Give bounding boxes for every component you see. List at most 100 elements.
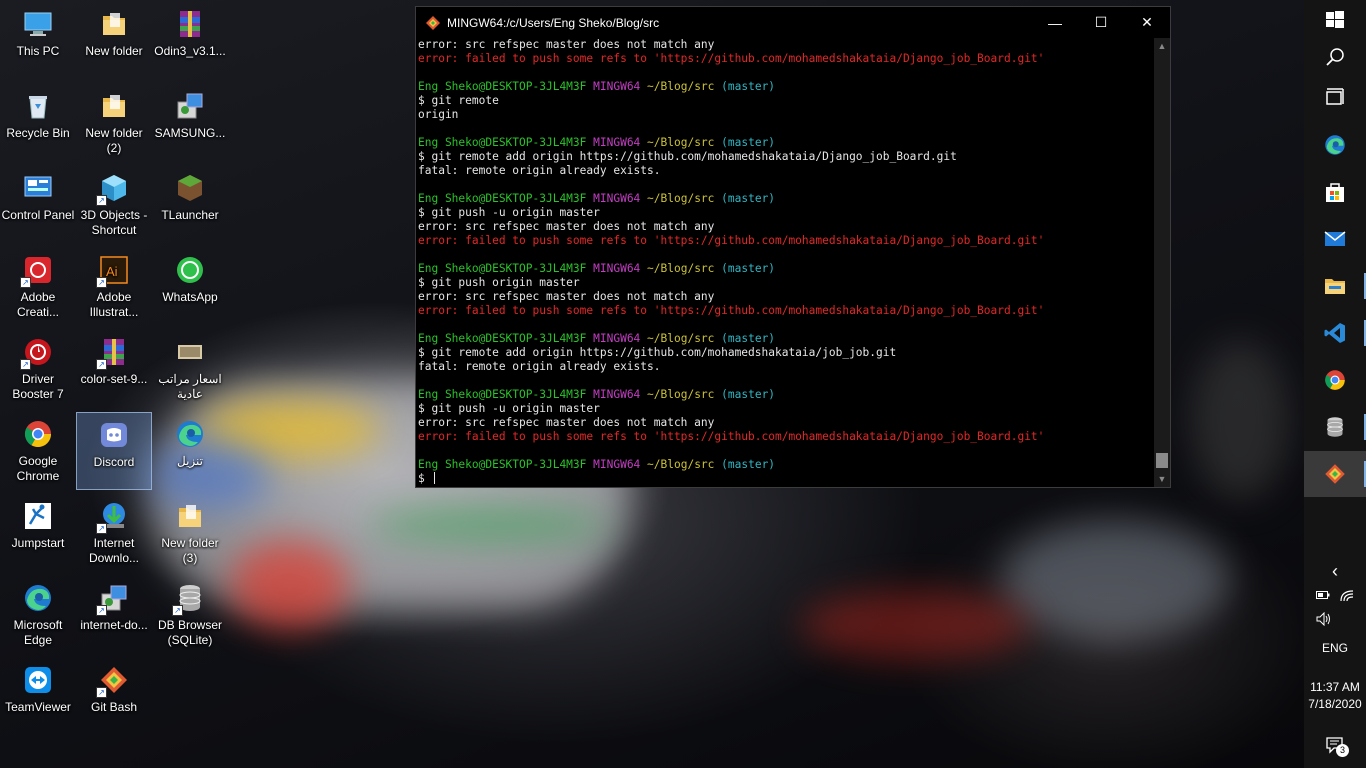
prompt-env: MINGW64 [593,262,641,275]
taskbar-edge[interactable] [1304,122,1366,168]
terminal-error-line: error: failed to push some refs to 'http… [418,234,1045,247]
clock-time[interactable]: 11:37 AM [1304,680,1366,694]
terminal-output-line: $ git remote [418,94,499,107]
terminal-prompt-line: Eng Sheko@DESKTOP-3JL4M3F MINGW64 ~/Blog… [418,192,1154,206]
task-view-button[interactable] [1304,78,1366,118]
task-view-icon [1323,86,1347,110]
desktop-icon-driver-booster-7[interactable]: ↗ Driver Booster 7 [0,330,76,408]
desktop-icon-new-folder[interactable]: New folder [76,2,152,80]
chrome-icon [22,418,54,450]
action-center-button[interactable]: 3 [1304,722,1366,768]
desktop-icon-teamviewer[interactable]: TeamViewer [0,658,76,736]
prompt-path: ~/Blog/src [647,388,715,401]
desktop-icon-new-folder-2[interactable]: New folder (2) [76,84,152,162]
desktop-icon-jumpstart[interactable]: Jumpstart [0,494,76,572]
svg-text:Ai: Ai [106,264,118,279]
show-hidden-icons-button[interactable]: ‹ [1304,550,1366,592]
prompt-env: MINGW64 [593,388,641,401]
network-icon[interactable] [1340,590,1354,602]
maximize-icon: ☐ [1094,14,1108,30]
maximize-button[interactable]: ☐ [1078,7,1124,38]
taskbar-file-explorer[interactable] [1304,263,1366,309]
taskbar-chrome[interactable] [1304,357,1366,403]
desktop-icon-3d-objects-shortcut[interactable]: ↗ 3D Objects - Shortcut [76,166,152,244]
desktop-icon-label: Discord [93,455,135,469]
desktop-icon-recycle-bin[interactable]: Recycle Bin [0,84,76,162]
teamviewer-icon [22,664,54,696]
desktop-icon-new-folder-3[interactable]: New folder (3) [152,494,228,572]
desktop-icon-[interactable]: اسعار مراتب عادية [152,330,228,408]
scroll-up-icon[interactable]: ▲ [1154,38,1170,54]
taskbar-git-bash[interactable] [1304,451,1366,497]
desktop-icon-label: Jumpstart [11,536,65,550]
terminal-output[interactable]: error: src refspec master does not match… [416,38,1154,487]
battery-icon[interactable] [1316,590,1330,600]
desktop-icon-google-chrome[interactable]: Google Chrome [0,412,76,490]
store-icon [1323,180,1347,204]
desktop-icon-this-pc[interactable]: This PC [0,2,76,80]
volume-icon[interactable] [1316,611,1332,631]
window-titlebar[interactable]: MINGW64:/c/Users/Eng Sheko/Blog/src — ☐ … [416,7,1170,38]
shortcut-arrow-icon: ↗ [96,359,107,370]
desktop-icon-git-bash[interactable]: ↗ Git Bash [76,658,152,736]
desktop-icon-samsung[interactable]: SAMSUNG... [152,84,228,162]
prompt-env: MINGW64 [593,458,641,471]
desktop-icon-whatsapp[interactable]: WhatsApp [152,248,228,326]
desktop-icon-label: Driver Booster 7 [12,372,64,401]
taskbar-store[interactable] [1304,169,1366,215]
git-bash-window[interactable]: MINGW64:/c/Users/Eng Sheko/Blog/src — ☐ … [415,6,1171,488]
taskbar-db-browser[interactable] [1304,404,1366,450]
shortcut-arrow-icon: ↗ [96,605,107,616]
terminal-scrollbar[interactable]: ▲ ▼ [1154,38,1170,487]
whatsapp-icon [174,254,206,286]
git-icon [1323,462,1347,486]
terminal-output-line: error: src refspec master does not match… [418,220,715,233]
desktop-icon-adobe-illustrat[interactable]: Ai ↗ Adobe Illustrat... [76,248,152,326]
desktop-icon-microsoft-edge[interactable]: Microsoft Edge [0,576,76,654]
desktop-icon-[interactable]: تنزيل [152,412,228,490]
desktop-icon-control-panel[interactable]: Control Panel [0,166,76,244]
git-icon [426,15,440,30]
taskbar-vscode[interactable] [1304,310,1366,356]
desktop-icon-color-set-9[interactable]: ↗ color-set-9... [76,330,152,408]
desktop-icon-internet-downlo[interactable]: ↗ Internet Downlo... [76,494,152,572]
minimize-icon: — [1048,14,1062,31]
start-button[interactable] [1304,0,1366,40]
search-button[interactable] [1304,37,1366,77]
scroll-down-icon[interactable]: ▼ [1154,471,1170,487]
desktop-icon-db-browser-sqlite[interactable]: ↗ DB Browser (SQLite) [152,576,228,654]
folder-icon [98,8,130,40]
language-indicator[interactable]: ENG [1304,641,1366,655]
desktop-icon-tlauncher[interactable]: TLauncher [152,166,228,244]
taskbar-mail[interactable] [1304,216,1366,262]
terminal-prompt-line: Eng Sheko@DESKTOP-3JL4M3F MINGW64 ~/Blog… [418,332,1154,346]
prompt-user-host: Eng Sheko@DESKTOP-3JL4M3F [418,192,587,205]
prompt-branch: (master) [721,388,776,401]
prompt-branch: (master) [721,332,776,345]
terminal-error-line: error: failed to push some refs to 'http… [418,304,1045,317]
terminal-input-line[interactable]: $ [418,472,1154,486]
desktop-icon-label: Internet Downlo... [88,536,140,565]
minimize-button[interactable]: — [1032,7,1078,38]
scrollbar-thumb[interactable] [1156,453,1168,468]
clock-date[interactable]: 7/18/2020 [1304,697,1366,711]
search-icon [1323,45,1347,69]
shortcut-arrow-icon: ↗ [96,687,107,698]
terminal-output-line: $ git push -u origin master [418,206,600,219]
adobe-cc-icon: ↗ [20,254,54,288]
windows-logo-icon [1323,8,1347,32]
installer-icon [174,90,206,122]
terminal-prompt-line: Eng Sheko@DESKTOP-3JL4M3F MINGW64 ~/Blog… [418,136,1154,150]
close-button[interactable]: ✕ [1124,7,1170,38]
edge-icon [22,582,54,614]
prompt-path: ~/Blog/src [647,332,715,345]
desktop-icon-adobe-creati[interactable]: ↗ Adobe Creati... [0,248,76,326]
desktop-icon-odin3-v3-1[interactable]: Odin3_v3.1... [152,2,228,80]
terminal-error-line: error: failed to push some refs to 'http… [418,430,1045,443]
desktop-icon-internet-do[interactable]: ↗ internet-do... [76,576,152,654]
desktop-icon-discord[interactable]: Discord [76,412,152,490]
desktop-icon-label: New folder (3) [161,536,219,565]
